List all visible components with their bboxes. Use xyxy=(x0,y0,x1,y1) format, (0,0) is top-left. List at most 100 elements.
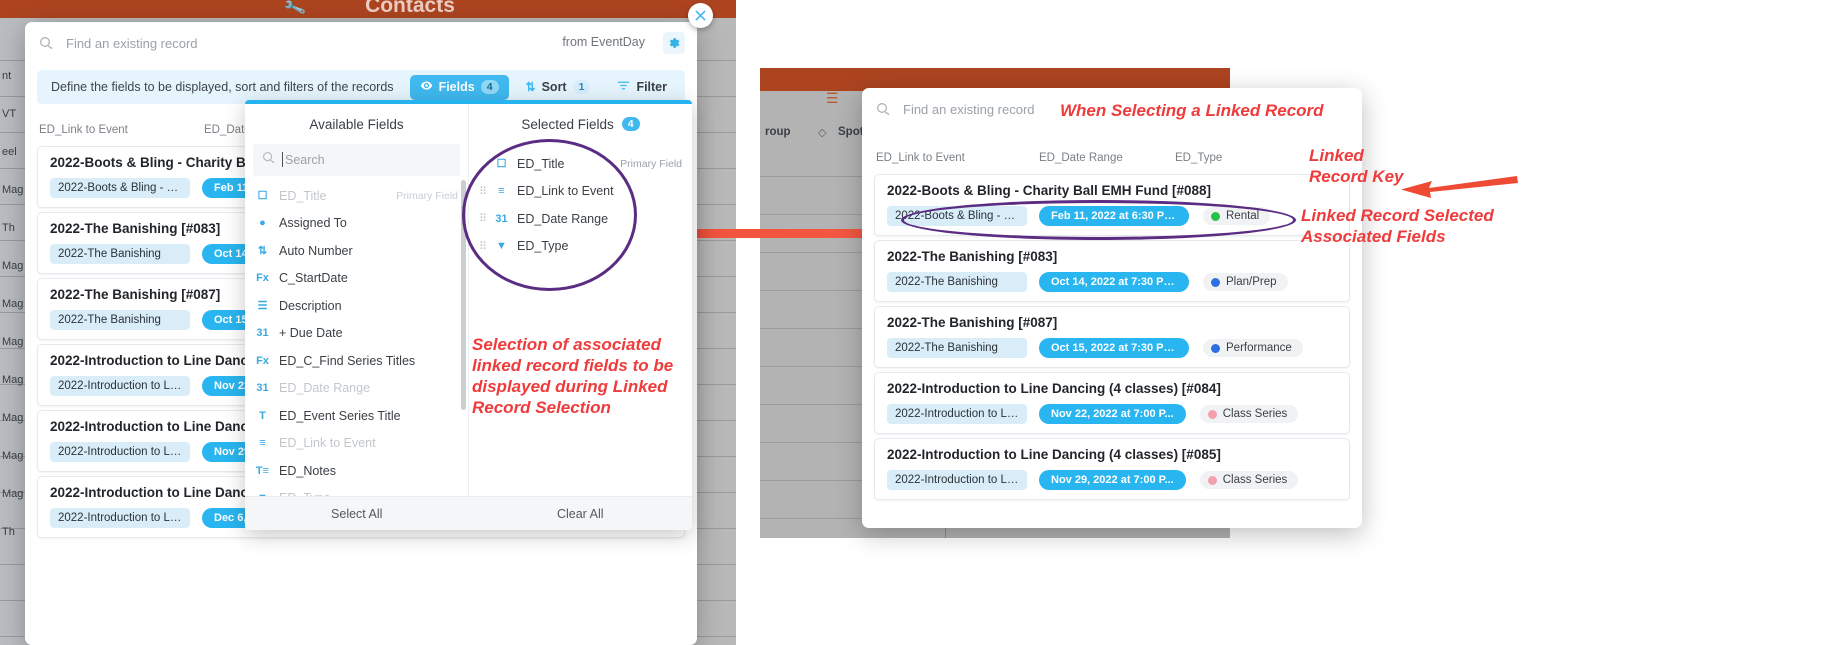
selected-field-row[interactable]: ☐ ED_Title Primary Field xyxy=(469,150,692,178)
field-label: ED_Date Range xyxy=(517,211,609,226)
popover-caret xyxy=(447,100,469,101)
record-link-chip: 2022-The Banishing xyxy=(50,244,190,264)
available-fields-scrollbar[interactable] xyxy=(461,180,466,410)
drag-handle-icon[interactable]: ⠿ xyxy=(479,185,487,198)
number-icon: ⇅ xyxy=(257,245,268,258)
close-button[interactable] xyxy=(688,3,713,28)
record-fields: 2022-Boots & Bling - C... Feb 11, 2022 at… xyxy=(887,206,1337,226)
annotation-when-selecting: When Selecting a Linked Record xyxy=(1060,101,1324,120)
spotlight-icon: ◇ xyxy=(818,127,827,139)
available-field-row[interactable]: ⇅ Auto Number xyxy=(245,237,468,265)
selected-fields-title: Selected Fields xyxy=(521,116,614,132)
available-field-row[interactable]: ● Assigned To xyxy=(245,210,468,238)
field-label: C_StartDate xyxy=(279,271,348,286)
record-fields: 2022-The Banishing Oct 14, 2022 at 7:30 P… xyxy=(887,272,1337,292)
available-field-row[interactable]: 31 + Due Date xyxy=(245,320,468,348)
record-title: 2022-Introduction to Line Dancing (4 cla… xyxy=(887,381,1221,396)
record-card[interactable]: 2022-Introduction to Line Dancing (4 cla… xyxy=(874,438,1350,500)
filter-button-label: Filter xyxy=(636,80,667,94)
hamburger-icon[interactable]: ☰ xyxy=(826,91,839,105)
field-label: ED_Type xyxy=(517,239,569,254)
grid-edge-label: Mag xyxy=(2,336,24,348)
field-label: ED_Link to Event xyxy=(517,184,614,199)
pointer-arrow-record-key xyxy=(1399,172,1519,202)
grid-edge-label: Mag xyxy=(2,298,24,310)
primary-field-note: Primary Field xyxy=(396,189,458,202)
fields-button[interactable]: Fields 4 xyxy=(409,74,509,100)
search-input-right[interactable]: Find an existing record xyxy=(903,102,1035,117)
available-fields-title: Available Fields xyxy=(309,116,404,132)
select-icon: ▼ xyxy=(496,240,507,253)
col-header-link: ED_Link to Event xyxy=(876,152,965,164)
record-card[interactable]: 2022-The Banishing [#087] 2022-The Banish… xyxy=(874,306,1350,368)
text-field-icon: ☐ xyxy=(257,190,268,203)
selected-fields-header: Selected Fields 4 xyxy=(469,104,692,144)
field-label: Assigned To xyxy=(279,216,347,231)
field-search-input[interactable]: Search xyxy=(282,152,325,167)
filter-button[interactable]: Filter xyxy=(607,74,677,100)
record-fields: 2022-Introduction to Li... Nov 29, 2022 a… xyxy=(887,470,1337,490)
field-label: + Due Date xyxy=(279,326,343,341)
fields-sort-filter-toolbar: Define the fields to be displayed, sort … xyxy=(37,70,685,104)
selected-field-row[interactable]: ⠿ ≡ ED_Link to Event xyxy=(469,178,692,206)
calendar-icon: 31 xyxy=(256,327,269,340)
gear-icon[interactable] xyxy=(663,32,685,54)
formula-icon: Fx xyxy=(256,354,269,367)
sort-icon: ⇅ xyxy=(525,80,536,94)
text-field-icon: ☐ xyxy=(496,158,507,171)
select-all-button[interactable]: Select All xyxy=(245,497,469,530)
record-date-chip: Nov 22, 2022 at 7:00 P... xyxy=(1039,404,1186,424)
available-field-row[interactable]: Fx ED_C_Find Series Titles xyxy=(245,347,468,375)
record-type-chip: Class Series xyxy=(1199,471,1299,489)
drag-handle-icon[interactable]: ⠿ xyxy=(479,212,487,225)
search-icon xyxy=(262,151,276,170)
record-type-label: Class Series xyxy=(1222,408,1288,420)
available-field-row[interactable]: T≡ ED_Notes xyxy=(245,457,468,485)
record-link-chip: 2022-Introduction to Li... xyxy=(887,470,1027,490)
record-date-chip: Oct 15, 2022 at 7:30 PM... xyxy=(1039,338,1189,358)
annotation-left-note: Selection of associated linked record fi… xyxy=(472,335,674,417)
status-dot-icon xyxy=(1211,277,1220,287)
record-link-chip: 2022-The Banishing xyxy=(50,310,190,330)
available-field-row[interactable]: ☰ Description xyxy=(245,292,468,320)
record-columns-header-right: ED_Link to Event ED_Date Range ED_Type xyxy=(862,146,1362,170)
record-card[interactable]: 2022-Introduction to Line Dancing (4 cla… xyxy=(874,372,1350,434)
record-date-chip: Feb 11, 2022 at 6:30 PM... xyxy=(1039,206,1189,226)
screenshot-root: 🔧 Contacts nt VT eel Mag Th Mag Mag Mag Mag Mag Ma… xyxy=(0,0,1830,645)
record-card[interactable]: 2022-Boots & Bling - Charity Ball EMH Fu… xyxy=(874,174,1350,236)
drag-handle-icon[interactable]: ⠿ xyxy=(479,240,487,253)
available-field-row[interactable]: T ED_Event Series Title xyxy=(245,402,468,430)
selected-fields-column: Selected Fields 4 ☐ ED_Title Primary Field… xyxy=(469,104,692,530)
available-field-row[interactable]: 31 ED_Date Range xyxy=(245,375,468,403)
grid-edge-label: nt xyxy=(2,70,12,82)
field-search-box[interactable]: Search xyxy=(253,144,460,176)
record-card[interactable]: 2022-The Banishing [#083] 2022-The Banish… xyxy=(874,240,1350,302)
grid-edge-label: VT xyxy=(2,108,17,120)
source-table-label: from EventDay xyxy=(562,35,645,49)
record-title: 2022-The Banishing [#083] xyxy=(887,249,1058,264)
clear-all-button[interactable]: Clear All xyxy=(469,497,693,530)
available-field-row[interactable]: Fx C_StartDate xyxy=(245,265,468,293)
search-input-left[interactable]: Find an existing record xyxy=(66,36,198,51)
grid-edge-label: Mag xyxy=(2,260,24,272)
available-field-row[interactable]: ☐ ED_Title Primary Field xyxy=(245,182,468,210)
sort-button[interactable]: ⇅ Sort 1 xyxy=(515,74,601,100)
field-label: ED_Title xyxy=(517,156,565,171)
record-link-chip: 2022-The Banishing xyxy=(887,272,1027,292)
selected-fields-count: 4 xyxy=(621,117,640,131)
selected-field-row[interactable]: ⠿ ▼ ED_Type xyxy=(469,233,692,261)
record-link-chip: 2022-The Banishing xyxy=(887,338,1027,358)
record-link-chip: 2022-Introduction to Li... xyxy=(50,508,190,528)
col-header-type: ED_Type xyxy=(1175,152,1223,164)
record-type-chip: Class Series xyxy=(1199,405,1299,423)
available-field-row[interactable]: ≡ ED_Link to Event xyxy=(245,430,468,458)
field-label: ED_Link to Event xyxy=(279,436,376,451)
formula-icon: Fx xyxy=(256,272,269,285)
grid-edge-label: Th xyxy=(2,526,15,538)
calendar-icon: 31 xyxy=(256,382,269,395)
fields-configuration-popover: Available Fields Search ☐ ED_Title Primary… xyxy=(245,100,692,530)
selected-field-row[interactable]: ⠿ 31 ED_Date Range xyxy=(469,205,692,233)
record-link-chip: 2022-Introduction to Li... xyxy=(50,442,190,462)
annotation-record-key: Linked Record Key xyxy=(1309,146,1404,186)
col-header-link: ED_Link to Event xyxy=(39,124,128,136)
